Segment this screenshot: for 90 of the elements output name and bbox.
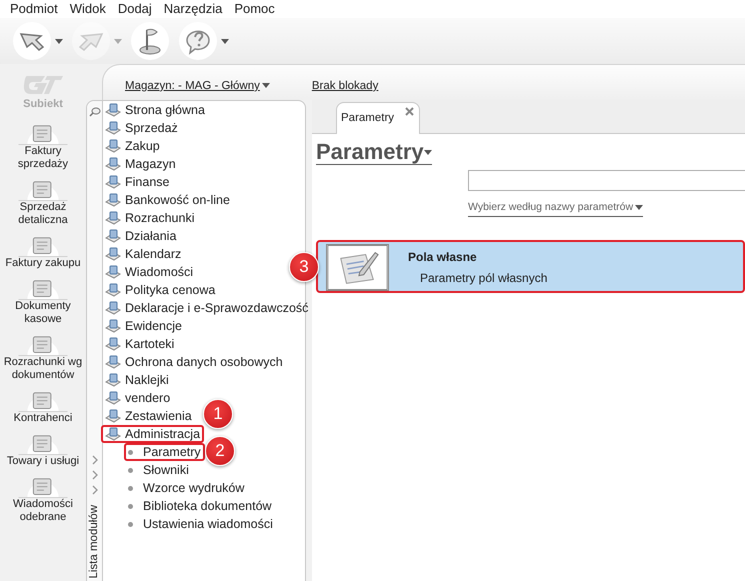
module-icon [105,229,121,243]
caret-icon [221,38,229,44]
caret-icon [262,83,270,88]
launcher-button[interactable]: Faktury zakupu [0,228,86,270]
module-item[interactable]: Działania [101,227,180,245]
submodule-item[interactable]: Parametry [124,443,205,461]
module-item[interactable]: Finanse [101,173,174,191]
filter-link[interactable]: Wybierz według nazwy parametrów [468,200,644,217]
menu-item[interactable]: Narzędzia [158,0,228,18]
module-icon [105,409,121,423]
bullet-icon [128,504,133,508]
module-icon [105,337,121,351]
menu-item[interactable]: Podmiot [4,0,64,18]
launcher-button[interactable]: Dokumenty kasowe [0,272,86,326]
launcher-button[interactable]: Rozrachunki wg dokumentów [0,328,86,382]
launcher-button[interactable]: Faktury sprzedaży [0,116,86,170]
launcher-button[interactable]: Towary i usługi [0,426,86,468]
module-item[interactable]: Administracja [101,425,204,443]
caret-icon [635,205,644,210]
module-item[interactable]: Wiadomości [101,263,198,281]
module-icon [105,373,121,387]
bullet-icon [128,486,133,490]
module-item[interactable]: Ochrona danych osobowych [101,353,287,371]
launcher-button[interactable]: Sprzedaż detaliczna [0,172,86,226]
search-field[interactable] [468,170,745,191]
module-icon [105,283,121,297]
lock-link[interactable]: Brak blokady [312,78,378,96]
module-icon [105,265,121,279]
module-item[interactable]: Strona główna [101,101,209,119]
module-item[interactable]: Kartoteki [101,335,178,353]
toolbar-button[interactable] [178,21,229,61]
module-item[interactable]: Deklaracje i e-Sprawozdawczość [101,299,312,317]
launcher-button[interactable]: Wiadomości odebrane [0,470,86,524]
close-icon[interactable] [405,107,414,116]
result-title: Pola własne [408,248,478,266]
annotation-badge: 2 [205,436,235,466]
chevron-icon [90,470,98,480]
module-item[interactable]: vendero [101,389,174,407]
module-item[interactable]: Bankowość on-line [101,191,234,209]
module-icon [105,211,121,225]
bullet-icon [128,468,133,472]
submodule-item[interactable]: Ustawienia wiadomości [124,515,277,533]
module-icon [105,355,121,369]
module-icon [105,121,121,135]
page-title[interactable]: Parametry [316,140,432,165]
flag-icon [130,21,170,61]
result-subtitle: Parametry pól własnych [420,270,548,287]
module-icon [105,427,121,441]
module-item[interactable]: Kalendarz [101,245,186,263]
bullet-icon [128,522,133,526]
panel-label: Lista modułów [86,505,101,579]
toolbar-button[interactable] [130,21,170,61]
help-icon [178,21,218,61]
launcher-button[interactable]: Kontrahenci [0,384,86,424]
submodule-item[interactable]: Wzorce wydruków [124,479,248,497]
caret-icon [114,38,122,44]
module-item[interactable]: Magazyn [101,155,180,173]
module-icon [105,301,121,315]
annotation-badge: 1 [203,399,233,429]
module-item[interactable]: Zakup [101,137,164,155]
edit-document-icon [326,244,389,291]
submodule-item[interactable]: Biblioteka dokumentów [124,497,276,515]
caret-icon [55,38,63,44]
result-item[interactable]: Pola własne Parametry pól własnych [316,240,745,293]
module-item[interactable]: Ewidencje [101,317,186,335]
menu-item[interactable]: Dodaj [112,0,158,18]
toolbar-button[interactable] [12,21,63,61]
module-icon [105,247,121,261]
tab[interactable]: Parametry [336,102,420,134]
module-icon [105,391,121,405]
chevron-icon [90,455,98,466]
module-item[interactable]: Sprzedaż [101,119,182,137]
chevron-icon [90,485,98,496]
menu-item[interactable]: Pomoc [228,0,281,18]
caret-icon [424,150,432,154]
logo-text: Subiekt [23,97,63,112]
module-item[interactable]: Zestawienia [101,407,196,425]
module-item[interactable]: Polityka cenowa [101,281,220,299]
module-item[interactable]: Rozrachunki [101,209,198,227]
warehouse-link[interactable]: Magazyn: - MAG - Główny [125,78,270,96]
module-icon [105,139,121,153]
module-icon [105,157,121,171]
module-icon [105,103,121,117]
module-item[interactable]: Naklejki [101,371,173,389]
module-icon [105,193,121,207]
module-icon [105,175,121,189]
menu-item[interactable]: Widok [64,0,112,18]
module-icon [105,319,121,333]
submodule-item[interactable]: Słowniki [124,461,193,479]
bullet-icon [128,450,133,454]
